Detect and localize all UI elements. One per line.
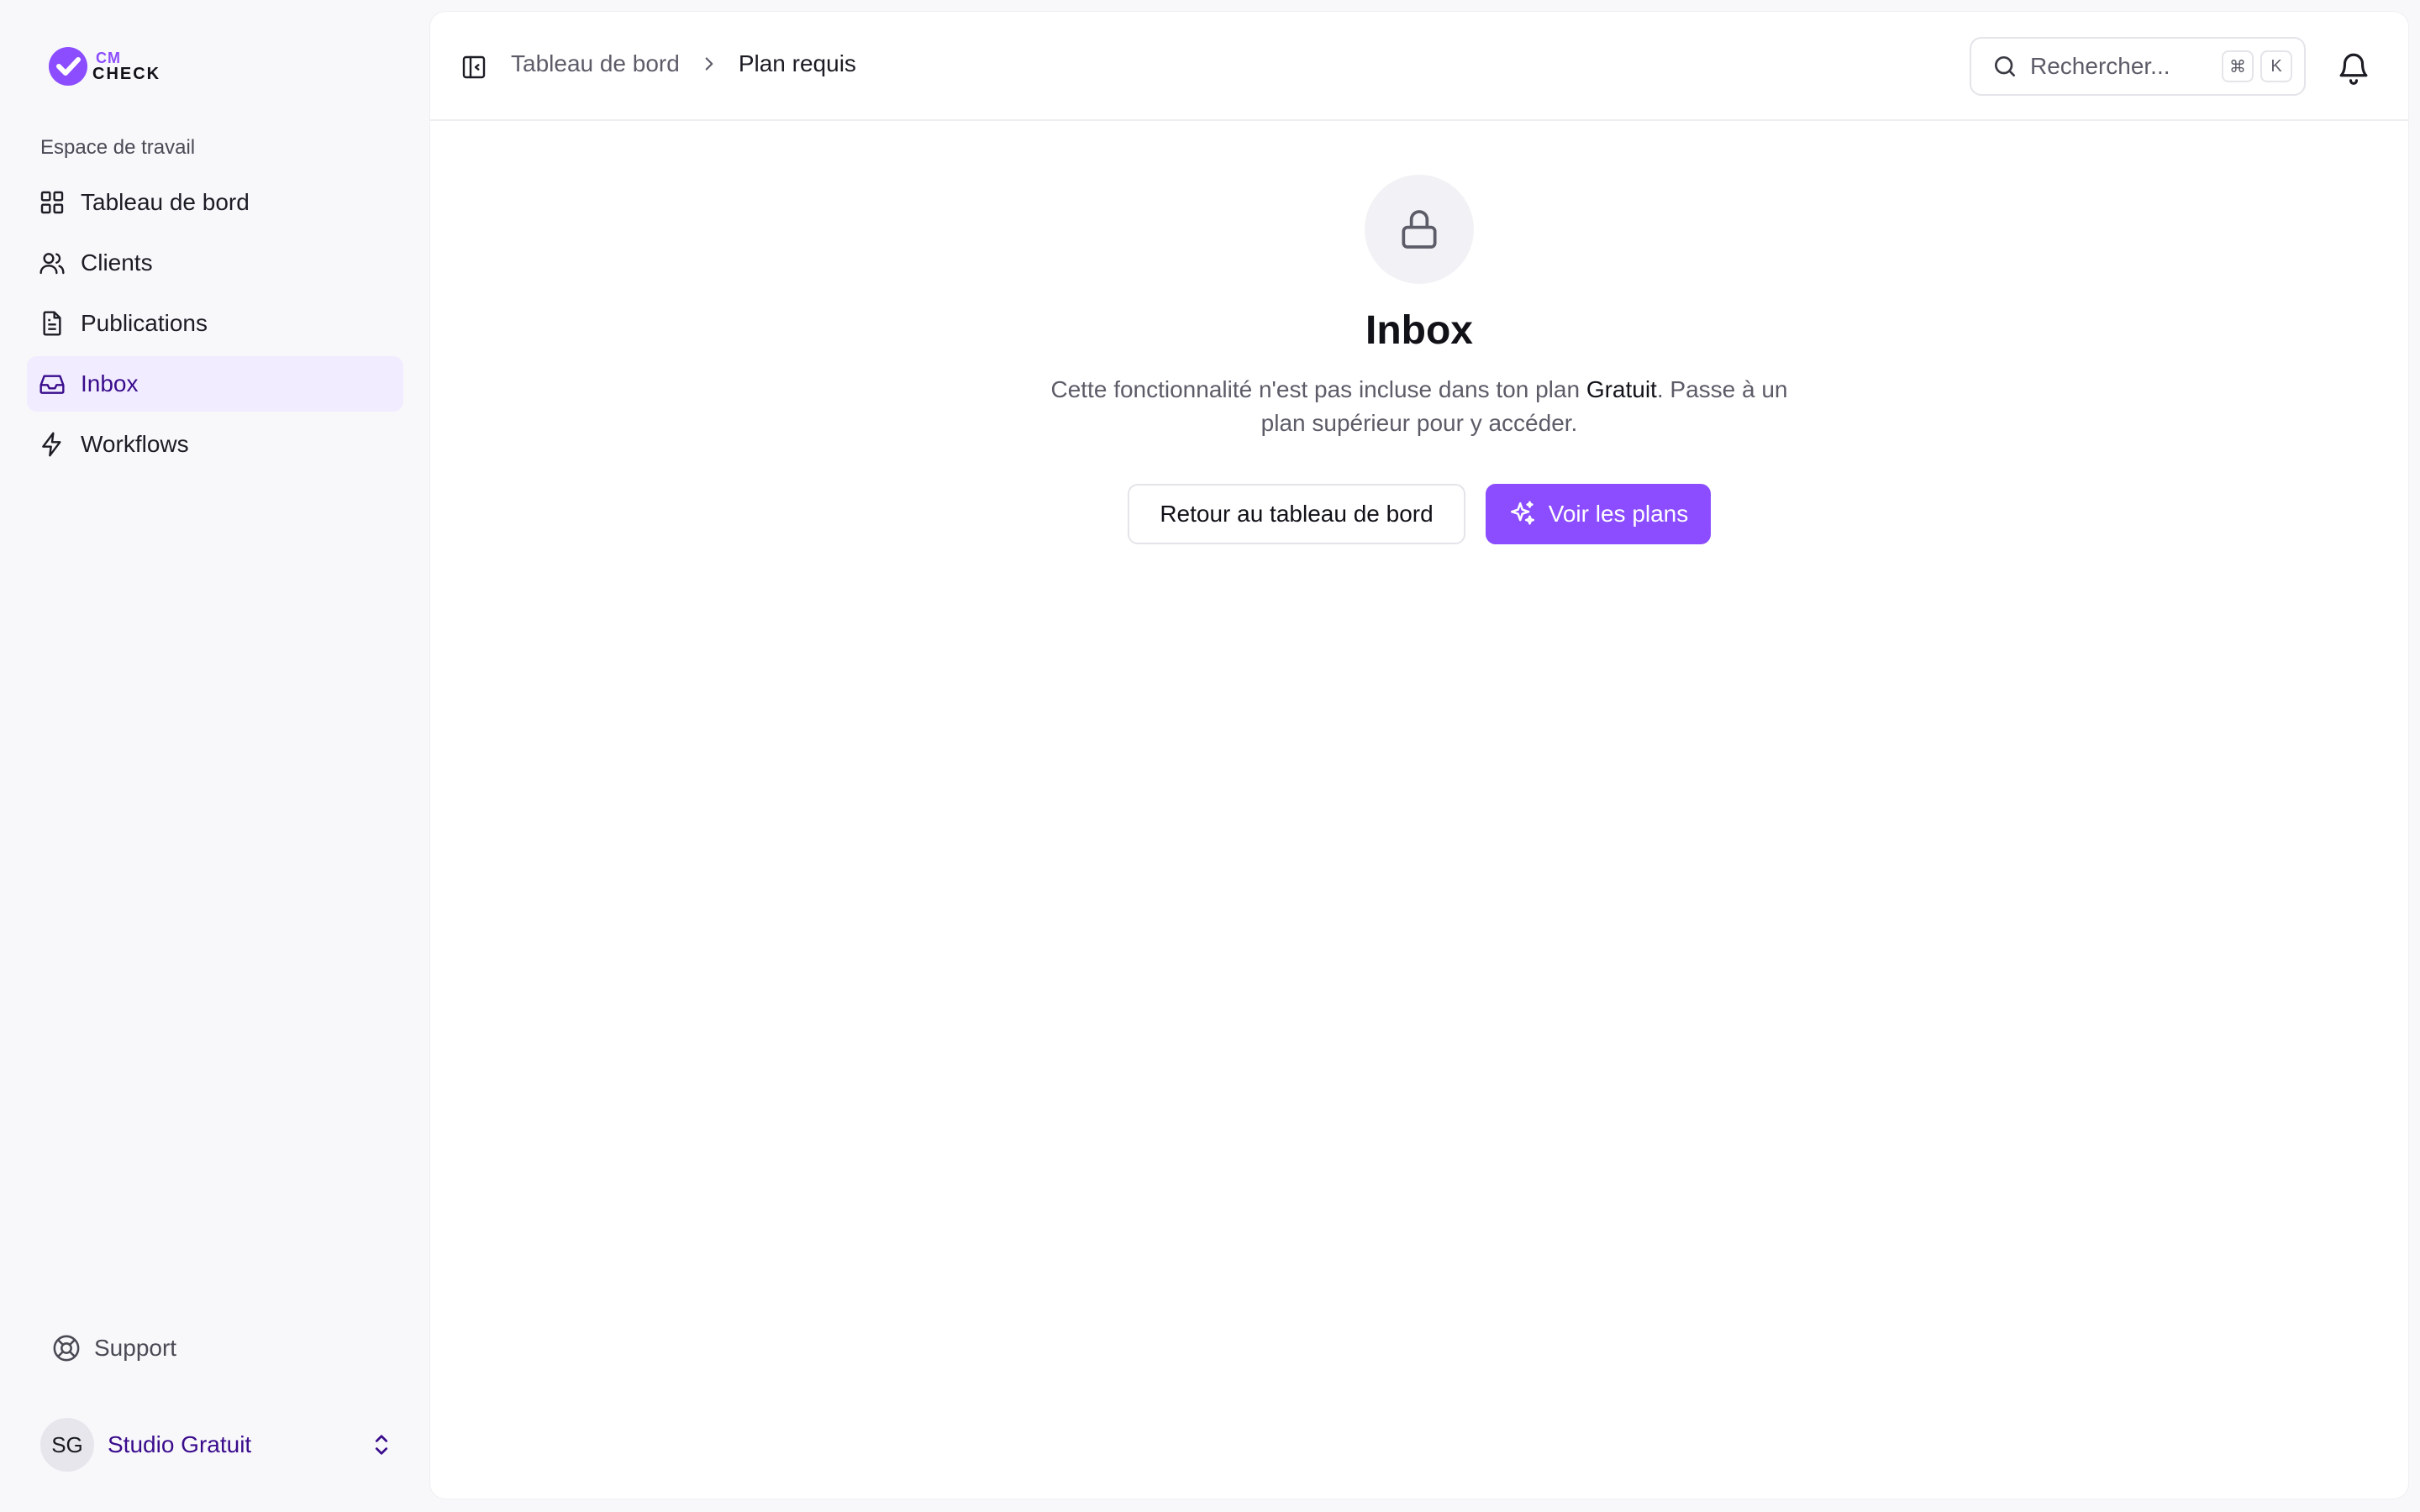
view-plans-label: Voir les plans [1548,501,1689,527]
search-input[interactable] [2030,53,2215,80]
dashboard-grid-icon [40,191,64,214]
chevron-up-down-icon [375,1435,388,1455]
sidebar-item-label: Tableau de bord [81,189,250,215]
breadcrumb-current: Plan requis [738,50,856,76]
support-link[interactable]: Support [52,1334,176,1362]
check-badge-icon [49,47,87,86]
back-to-dashboard-button[interactable]: Retour au tableau de bord [1128,484,1465,544]
sidebar: CM CHECK Espace de travail Tableau de bo… [0,0,429,1512]
chevron-right-icon [705,57,713,71]
shortcut-letter-key: K [2260,50,2292,82]
sidebar-item-publications[interactable]: Publications [27,296,403,351]
view-plans-button[interactable]: Voir les plans [1486,484,1711,544]
locked-feature-description: Cette fonctionnalité n'est pas incluse d… [1041,373,1797,440]
sidebar-item-clients[interactable]: Clients [27,235,403,291]
workspace-section-label: Espace de travail [40,136,196,159]
locked-feature-title: Inbox [1365,308,1473,353]
bell-icon[interactable] [2336,50,2371,86]
brand-logo[interactable]: CM CHECK [47,45,160,87]
support-label: Support [94,1335,177,1361]
sidebar-item-label: Inbox [81,370,139,396]
search-icon [1995,56,2015,76]
lock-badge [1365,175,1474,284]
shortcut-mod-key: ⌘ [2222,50,2254,82]
sidebar-nav: Tableau de bord Clients Publications Inb… [27,175,403,477]
sidebar-item-dashboard[interactable]: Tableau de bord [27,175,403,230]
sidebar-item-label: Publications [81,310,208,336]
inbox-icon [39,375,65,394]
avatar: SG [40,1418,94,1472]
sidebar-item-workflows[interactable]: Workflows [27,417,403,472]
users-icon [39,253,65,275]
breadcrumb-dashboard-link[interactable]: Tableau de bord [511,50,680,77]
sidebar-item-inbox[interactable]: Inbox [27,356,403,412]
brand-wordmark: CM CHECK [92,50,160,82]
lock-icon [1402,210,1437,249]
lifebuoy-icon [53,1335,80,1362]
document-icon [43,311,61,336]
main-panel: Tableau de bord Plan requis ⌘ K Inbox Ce… [430,12,2408,1499]
sidebar-item-label: Clients [81,249,153,276]
workspace-switcher[interactable]: SG Studio Gratuit [40,1418,393,1472]
breadcrumb: Tableau de bord Plan requis [511,50,856,77]
sidebar-toggle-icon[interactable] [460,54,487,81]
sidebar-item-label: Workflows [81,431,189,457]
brand-line1: CM [96,50,121,66]
topbar: Tableau de bord Plan requis ⌘ K [430,12,2408,121]
search-box[interactable]: ⌘ K [1970,37,2306,96]
sparkles-icon [1510,501,1534,525]
brand-line2: CHECK [92,65,161,83]
description-text-start: Cette fonctionnalité n'est pas incluse d… [1050,376,1586,402]
workspace-name: Studio Gratuit [108,1431,252,1457]
plan-name: Gratuit [1586,376,1657,402]
lightning-icon [42,432,61,457]
